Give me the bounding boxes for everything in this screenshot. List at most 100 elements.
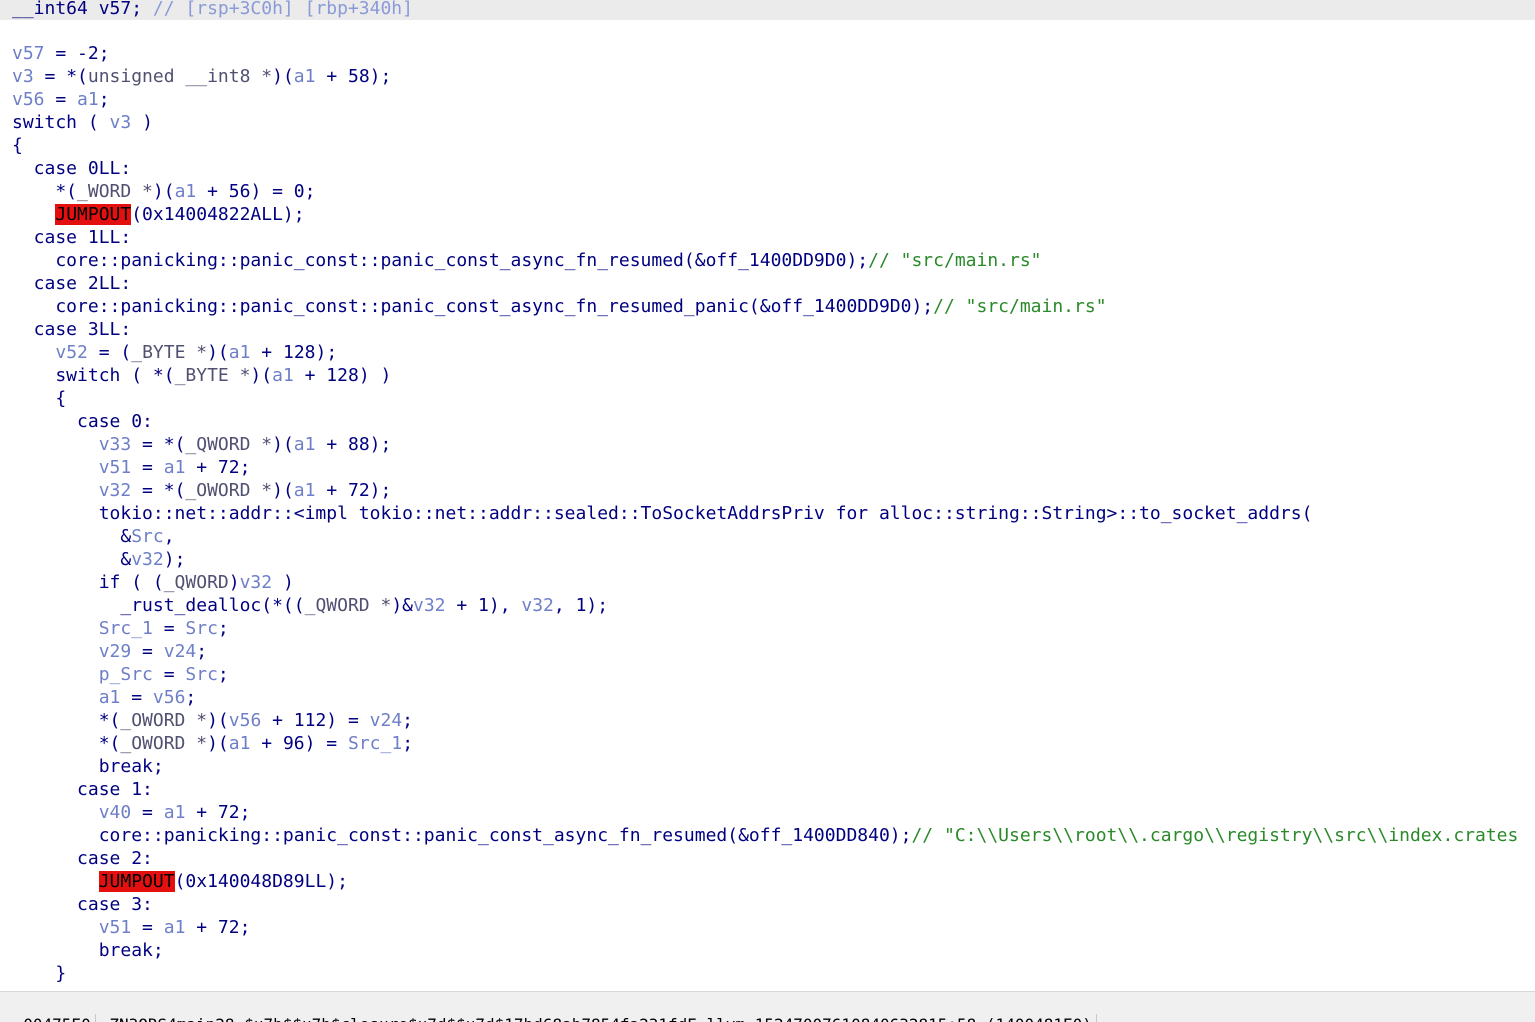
- code-line[interactable]: case 1LL:: [12, 226, 1535, 249]
- code-token[interactable]: v24: [370, 710, 403, 731]
- code-line[interactable]: core::panicking::panic_const::panic_cons…: [12, 824, 1535, 847]
- code-token[interactable]: a1: [175, 181, 197, 202]
- code-token[interactable]: a1: [164, 457, 186, 478]
- code-token[interactable]: v56: [229, 710, 262, 731]
- code-token[interactable]: Src: [131, 526, 164, 547]
- code-token[interactable]: a1: [294, 480, 316, 501]
- code-token[interactable]: v32: [413, 595, 446, 616]
- code-line[interactable]: *(_OWORD *)(a1 + 96) = Src_1;: [12, 732, 1535, 755]
- code-token[interactable]: v32: [240, 572, 273, 593]
- code-token[interactable]: a1: [272, 365, 294, 386]
- code-token[interactable]: v29: [99, 641, 132, 662]
- code-token: );: [163, 549, 186, 570]
- code-line[interactable]: a1 = v56;: [12, 686, 1535, 709]
- code-line[interactable]: break;: [12, 755, 1535, 778]
- code-token[interactable]: a1: [77, 89, 99, 110]
- code-token[interactable]: a1: [294, 66, 316, 87]
- code-line[interactable]: v51 = a1 + 72;: [12, 456, 1535, 479]
- code-token[interactable]: a1: [229, 733, 251, 754]
- code-line[interactable]: core::panicking::panic_const::panic_cons…: [12, 295, 1535, 318]
- code-token: )(: [207, 733, 229, 754]
- code-line[interactable]: break;: [12, 939, 1535, 962]
- code-line[interactable]: v40 = a1 + 72;: [12, 801, 1535, 824]
- code-token[interactable]: v33: [99, 434, 132, 455]
- code-line[interactable]: {: [12, 134, 1535, 157]
- code-token: =: [131, 917, 164, 938]
- code-line[interactable]: v3 = *(unsigned __int8 *)(a1 + 58);: [12, 65, 1535, 88]
- code-token[interactable]: v3: [110, 112, 132, 133]
- code-token[interactable]: Src_1: [99, 618, 153, 639]
- code-token: + 96) =: [250, 733, 348, 754]
- code-line[interactable]: JUMPOUT(0x140048D89LL);: [12, 870, 1535, 893]
- code-token: )(: [250, 365, 273, 386]
- code-line[interactable]: case 3LL:: [12, 318, 1535, 341]
- code-token: _QWORD *: [185, 434, 273, 455]
- code-token[interactable]: a1: [294, 434, 316, 455]
- code-token[interactable]: v56: [153, 687, 186, 708]
- code-line[interactable]: case 2LL:: [12, 272, 1535, 295]
- code-line[interactable]: }: [12, 962, 1535, 985]
- code-token[interactable]: v32: [521, 595, 554, 616]
- code-token[interactable]: Src: [185, 664, 218, 685]
- code-line[interactable]: &v32);: [12, 548, 1535, 571]
- code-line[interactable]: case 3:: [12, 893, 1535, 916]
- code-line[interactable]: *(_WORD *)(a1 + 56) = 0;: [12, 180, 1535, 203]
- code-token: *(: [12, 710, 121, 731]
- code-token[interactable]: v24: [164, 641, 197, 662]
- code-line[interactable]: switch ( *(_BYTE *)(a1 + 128) ): [12, 364, 1535, 387]
- code-line[interactable]: v33 = *(_QWORD *)(a1 + 88);: [12, 433, 1535, 456]
- code-token: )(: [272, 480, 294, 501]
- code-line[interactable]: case 1:: [12, 778, 1535, 801]
- declaration-comment: // [rsp+3C0h] [rbp+340h]: [142, 0, 413, 19]
- code-token[interactable]: v40: [99, 802, 132, 823]
- code-token[interactable]: v57: [12, 43, 45, 64]
- code-token: _BYTE *: [131, 342, 208, 363]
- code-token[interactable]: a1: [164, 802, 186, 823]
- code-line[interactable]: Src_1 = Src;: [12, 617, 1535, 640]
- code-token[interactable]: v3: [12, 66, 34, 87]
- code-line[interactable]: v29 = v24;: [12, 640, 1535, 663]
- code-line[interactable]: {: [12, 387, 1535, 410]
- code-token[interactable]: v51: [99, 917, 132, 938]
- code-line[interactable]: p_Src = Src;: [12, 663, 1535, 686]
- code-line[interactable]: v57 = -2;: [12, 42, 1535, 65]
- code-line[interactable]: _rust_dealloc(*((_QWORD *)&v32 + 1), v32…: [12, 594, 1535, 617]
- code-token[interactable]: v51: [99, 457, 132, 478]
- code-token: &: [12, 526, 132, 547]
- code-token[interactable]: p_Src: [99, 664, 153, 685]
- code-token[interactable]: Src_1: [348, 733, 402, 754]
- code-line[interactable]: case 0:: [12, 410, 1535, 433]
- code-line[interactable]: v56 = a1;: [12, 88, 1535, 111]
- code-token[interactable]: a1: [99, 687, 121, 708]
- code-token[interactable]: v32: [131, 549, 164, 570]
- code-line[interactable]: tokio::net::addr::<impl tokio::net::addr…: [12, 502, 1535, 525]
- code-line[interactable]: v52 = (_BYTE *)(a1 + 128);: [12, 341, 1535, 364]
- code-line[interactable]: *(_OWORD *)(v56 + 112) = v24;: [12, 709, 1535, 732]
- code-line[interactable]: case 2:: [12, 847, 1535, 870]
- code-line[interactable]: &Src,: [12, 525, 1535, 548]
- code-token: *(: [12, 181, 78, 202]
- code-token: {: [12, 135, 23, 156]
- code-line[interactable]: v32 = *(_OWORD *)(a1 + 72);: [12, 479, 1535, 502]
- code-line[interactable]: if ( (_QWORD)v32 ): [12, 571, 1535, 594]
- code-token[interactable]: v32: [99, 480, 132, 501]
- code-line[interactable]: core::panicking::panic_const::panic_cons…: [12, 249, 1535, 272]
- code-token: = *(: [131, 434, 186, 455]
- code-token[interactable]: v52: [55, 342, 88, 363]
- code-token: ;: [402, 710, 414, 731]
- code-line[interactable]: switch ( v3 ): [12, 111, 1535, 134]
- code-token[interactable]: a1: [164, 917, 186, 938]
- code-line[interactable]: JUMPOUT(0x14004822ALL);: [12, 203, 1535, 226]
- code-token: _WORD *: [77, 181, 153, 202]
- code-token[interactable]: a1: [229, 342, 251, 363]
- code-line[interactable]: v51 = a1 + 72;: [12, 916, 1535, 939]
- code-comment: // "src/main.rs": [868, 250, 1042, 271]
- code-line[interactable]: case 0LL:: [12, 157, 1535, 180]
- code-token: =: [44, 89, 78, 110]
- code-token[interactable]: v56: [12, 89, 45, 110]
- code-token[interactable]: Src: [185, 618, 218, 639]
- pseudocode-view[interactable]: v57 = -2; v3 = *(unsigned __int8 *)(a1 + …: [12, 42, 1535, 990]
